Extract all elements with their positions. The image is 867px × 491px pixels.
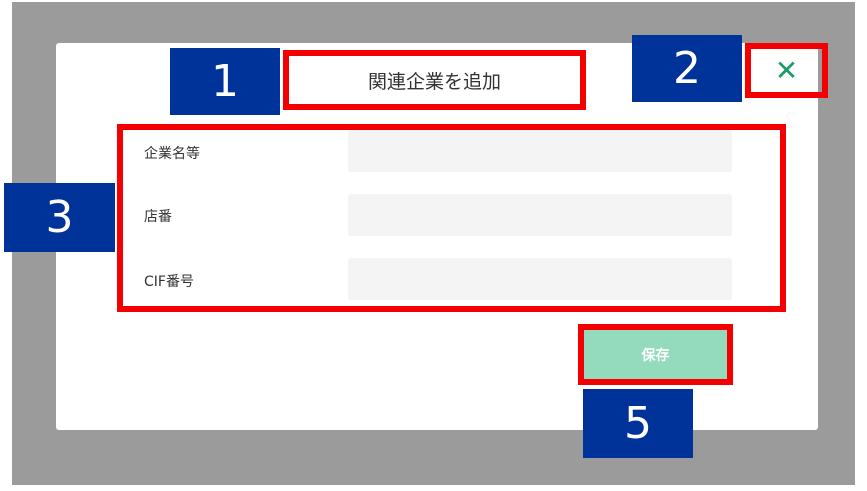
annotation-badge-1-number: 1 <box>211 56 239 107</box>
annotation-badge-5-number: 5 <box>624 398 652 449</box>
annotation-badge-2-number: 2 <box>673 43 701 94</box>
dialog-title-text: 関連企業を追加 <box>367 70 501 93</box>
annotation-badge-3-number: 3 <box>45 192 74 243</box>
branch-number-input[interactable] <box>348 194 732 236</box>
branch-number-label: 店番 <box>144 209 172 225</box>
close-button[interactable]: ✕ <box>745 43 828 98</box>
company-name-label: 企業名等 <box>144 146 200 162</box>
annotation-badge-3: 3 <box>4 183 115 252</box>
close-icon: ✕ <box>774 54 799 87</box>
annotation-badge-2: 2 <box>632 35 742 102</box>
save-button[interactable]: 保存 <box>578 324 733 385</box>
annotation-badge-1: 1 <box>170 48 280 115</box>
company-name-input[interactable] <box>348 130 732 172</box>
save-button-label: 保存 <box>641 347 670 364</box>
cif-number-input[interactable] <box>348 258 732 300</box>
annotation-badge-5: 5 <box>583 389 693 458</box>
cif-number-label: CIF番号 <box>144 274 194 290</box>
dialog-title: 関連企業を追加 <box>283 50 586 110</box>
